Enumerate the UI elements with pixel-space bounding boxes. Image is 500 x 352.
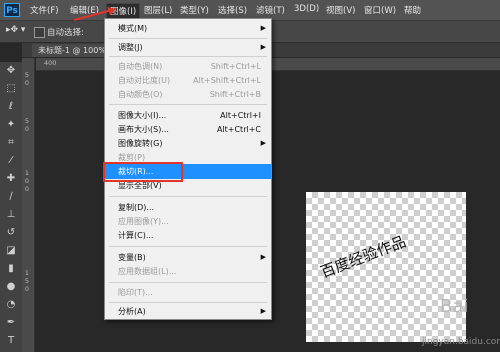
menu-item-apply-data-set: 应用数据组(L)... xyxy=(118,267,177,276)
annotation-arrow-icon xyxy=(73,7,116,21)
eraser-tool-icon[interactable]: ◪ xyxy=(4,244,18,258)
menu-item-image-size[interactable]: 图像大小(I)... Alt+Ctrl+I xyxy=(105,108,271,123)
menu-item-image-rotation[interactable]: 图像旋转(G) ▶ xyxy=(105,136,271,151)
pen-tool-icon[interactable]: ✒ xyxy=(4,316,18,330)
menu-item-adjust[interactable]: 调整(J) ▶ xyxy=(105,40,271,55)
auto-select-label: 自动选择: xyxy=(47,28,84,38)
menu-separator xyxy=(109,38,267,39)
menu-item-calculations[interactable]: 计算(C)... xyxy=(105,228,271,243)
menu-type[interactable]: 类型(Y) xyxy=(180,4,209,16)
menu-item-canvas-size[interactable]: 画布大小(S)... Alt+Ctrl+C xyxy=(105,122,271,137)
menu-separator xyxy=(109,246,267,247)
menu-view[interactable]: 视图(V) xyxy=(326,4,355,16)
ruler-tick: 400 xyxy=(44,59,57,67)
move-tool-icon[interactable]: ✥ xyxy=(4,64,18,78)
type-tool-icon[interactable]: T xyxy=(4,334,18,348)
ruler-tick: 5 xyxy=(24,117,30,125)
blur-tool-icon[interactable]: ● xyxy=(4,280,18,294)
ruler-tick: 1 xyxy=(24,169,30,177)
menu-item-analysis[interactable]: 分析(A) ▶ xyxy=(105,304,271,319)
ruler-tick: 0 xyxy=(24,185,30,193)
ruler-tick: 0 xyxy=(24,79,30,87)
stamp-tool-icon[interactable]: ⊥ xyxy=(4,208,18,222)
ruler-tick: 0 xyxy=(24,285,30,293)
magic-wand-icon[interactable]: ✦ xyxy=(4,118,18,132)
ruler-tick: 5 xyxy=(24,277,30,285)
menu-select[interactable]: 选择(S) xyxy=(218,4,247,16)
ruler-tick: 1 xyxy=(24,269,30,277)
menu-separator xyxy=(109,56,267,57)
ruler-tick: 0 xyxy=(24,125,30,133)
menu-item-apply-image: 应用图像(Y)... xyxy=(118,217,169,226)
ruler-tick: 5 xyxy=(24,71,30,79)
menu-separator xyxy=(109,196,267,197)
menu-file[interactable]: 文件(F) xyxy=(30,4,59,16)
submenu-arrow-icon: ▶ xyxy=(260,253,266,261)
toolbox: ✥ ⬚ ℓ ✦ ⌗ ⁄ ✚ ∕ ⊥ ↺ ◪ ▮ ● ◔ ✒ T xyxy=(0,62,23,352)
highlight-annotation-box xyxy=(103,162,183,182)
healing-brush-icon[interactable]: ✚ xyxy=(4,172,18,186)
baidu-watermark-logo: Bai xyxy=(440,296,469,317)
move-tool-icon[interactable]: ▸✥ ▾ xyxy=(6,25,25,35)
crop-tool-icon[interactable]: ⌗ xyxy=(4,136,18,150)
menu-item-auto-color: 自动颜色(O) Shift+Ctrl+B xyxy=(118,90,261,99)
lasso-tool-icon[interactable]: ℓ xyxy=(4,100,18,114)
menu-window[interactable]: 窗口(W) xyxy=(364,4,396,16)
marquee-tool-icon[interactable]: ⬚ xyxy=(4,82,18,96)
dodge-tool-icon[interactable]: ◔ xyxy=(4,298,18,312)
auto-select-checkbox[interactable] xyxy=(34,27,45,38)
vertical-ruler: 5 0 5 0 1 0 0 1 5 0 xyxy=(22,58,35,352)
watermark-text: jingyan.baidu.com xyxy=(422,337,500,347)
submenu-arrow-icon: ▶ xyxy=(260,43,266,51)
document-canvas[interactable]: 百度经验作品 xyxy=(306,192,466,342)
submenu-arrow-icon: ▶ xyxy=(260,24,266,32)
menu-item-variables[interactable]: 变量(B) ▶ xyxy=(105,250,271,265)
menu-item-duplicate[interactable]: 复制(D)... xyxy=(105,200,271,215)
submenu-arrow-icon: ▶ xyxy=(260,139,266,147)
menu-3d[interactable]: 3D(D) xyxy=(294,4,319,14)
submenu-arrow-icon: ▶ xyxy=(260,307,266,315)
eyedropper-icon[interactable]: ⁄ xyxy=(4,154,18,168)
canvas-text-layer: 百度经验作品 xyxy=(317,232,409,282)
menu-separator xyxy=(109,282,267,283)
photoshop-logo: Ps xyxy=(4,3,20,17)
document-tab[interactable]: 未标题-1 @ 100% xyxy=(32,44,112,57)
gradient-tool-icon[interactable]: ▮ xyxy=(4,262,18,276)
menu-layer[interactable]: 图层(L) xyxy=(144,4,172,16)
menu-filter[interactable]: 滤镜(T) xyxy=(256,4,285,16)
menu-help[interactable]: 帮助 xyxy=(404,4,421,16)
menu-item-trap: 陷印(T)... xyxy=(118,288,153,297)
history-brush-icon[interactable]: ↺ xyxy=(4,226,18,240)
menu-separator xyxy=(109,302,267,303)
menu-item-auto-tone: 自动色调(N) Shift+Ctrl+L xyxy=(118,62,261,71)
menu-item-mode[interactable]: 模式(M) ▶ xyxy=(105,21,271,36)
brush-tool-icon[interactable]: ∕ xyxy=(4,190,18,204)
menu-separator xyxy=(109,104,267,105)
ruler-tick: 0 xyxy=(24,177,30,185)
menu-item-auto-contrast: 自动对比度(U) Alt+Shift+Ctrl+L xyxy=(118,76,261,85)
